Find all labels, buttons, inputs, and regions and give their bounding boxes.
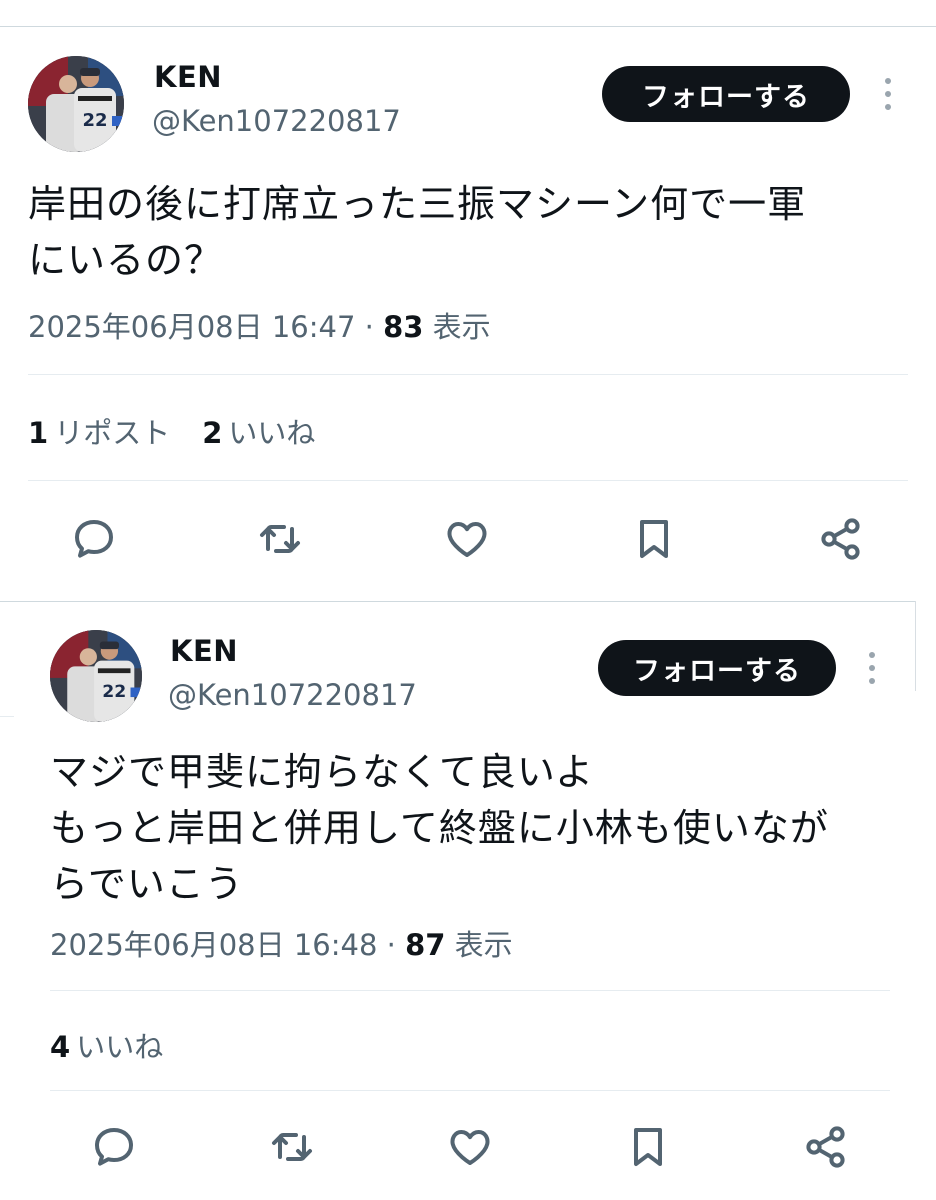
meta-separator: · — [377, 928, 406, 962]
display-name[interactable]: KEN — [154, 60, 222, 94]
views-count: 83 — [383, 310, 424, 344]
likes-stat[interactable]: 2 いいね — [202, 410, 315, 452]
bookmark-icon[interactable] — [622, 1121, 674, 1173]
tweet-meta: 2025年06月08日 16:47 · 83 表示 — [28, 304, 491, 346]
likes-label: いいね — [76, 1030, 164, 1064]
tweet-meta: 2025年06月08日 16:48 · 87 表示 — [50, 922, 513, 964]
engagement-stats: 4 いいね — [50, 1024, 163, 1066]
timestamp[interactable]: 2025年06月08日 16:48 — [50, 928, 377, 962]
like-icon[interactable] — [444, 1121, 496, 1173]
timestamp[interactable]: 2025年06月08日 16:47 — [28, 310, 355, 344]
engagement-stats: 1 リポスト 2 いいね — [28, 410, 315, 452]
divider — [28, 374, 908, 375]
likes-stat[interactable]: 4 いいね — [50, 1024, 163, 1066]
repost-icon[interactable] — [266, 1121, 318, 1173]
share-icon[interactable] — [815, 513, 867, 565]
user-handle[interactable]: @Ken107220817 — [168, 678, 417, 712]
follow-button[interactable]: フォローする — [602, 66, 850, 122]
tweet-text: マジで甲斐に拘らなくて良いよ もっと岸田と併用して終盤に小林も使いなが らでいこ… — [50, 744, 829, 912]
tweet-card-1[interactable]: 22 KEN @Ken107220817 フォローする 岸田の後に打席立った三振… — [0, 0, 936, 600]
views-label: 表示 — [445, 928, 513, 962]
like-icon[interactable] — [441, 513, 493, 565]
bookmark-icon[interactable] — [628, 513, 680, 565]
likes-count: 2 — [202, 416, 223, 450]
likes-label: いいね — [228, 416, 316, 450]
avatar-jersey-number: 22 — [82, 110, 107, 131]
views-count: 87 — [405, 928, 446, 962]
share-icon[interactable] — [800, 1121, 852, 1173]
repost-icon[interactable] — [254, 513, 306, 565]
user-handle[interactable]: @Ken107220817 — [152, 104, 401, 138]
tweet-text-line: らでいこう — [50, 862, 244, 906]
views-label: 表示 — [423, 310, 491, 344]
tweet-card-2[interactable]: 22 KEN @Ken107220817 フォローする マジで甲斐に拘らなくて良… — [0, 600, 936, 1200]
tweet-text-line: 岸田の後に打席立った三振マシーン何で一軍 — [28, 182, 807, 226]
reply-icon[interactable] — [88, 1121, 140, 1173]
avatar-photo: 22 — [28, 56, 124, 152]
display-name[interactable]: KEN — [170, 634, 238, 668]
avatar[interactable]: 22 — [28, 56, 124, 152]
more-options-icon[interactable] — [883, 76, 893, 112]
tweet-text-line: マジで甲斐に拘らなくて良いよ — [50, 750, 595, 794]
tweet-text: 岸田の後に打席立った三振マシーン何で一軍 にいるの？ — [28, 176, 806, 288]
follow-button[interactable]: フォローする — [598, 640, 836, 696]
likes-count: 4 — [50, 1030, 71, 1064]
reposts-count: 1 — [28, 416, 49, 450]
tweet-text-line: もっと岸田と併用して終盤に小林も使いなが — [50, 806, 829, 850]
reply-icon[interactable] — [68, 513, 120, 565]
divider — [50, 990, 890, 991]
avatar-photo: 22 — [50, 630, 142, 722]
avatar[interactable]: 22 — [50, 630, 142, 722]
screenshot-collage: 22 KEN @Ken107220817 フォローする 岸田の後に打席立った三振… — [0, 0, 936, 1200]
meta-separator: · — [355, 310, 384, 344]
avatar-jersey-number: 22 — [102, 682, 126, 702]
reposts-label: リポスト — [54, 416, 171, 450]
reposts-stat[interactable]: 1 リポスト — [28, 410, 170, 452]
divider — [28, 480, 908, 481]
more-options-icon[interactable] — [867, 650, 877, 686]
divider — [50, 1090, 890, 1091]
tweet-text-line: にいるの？ — [28, 238, 224, 282]
